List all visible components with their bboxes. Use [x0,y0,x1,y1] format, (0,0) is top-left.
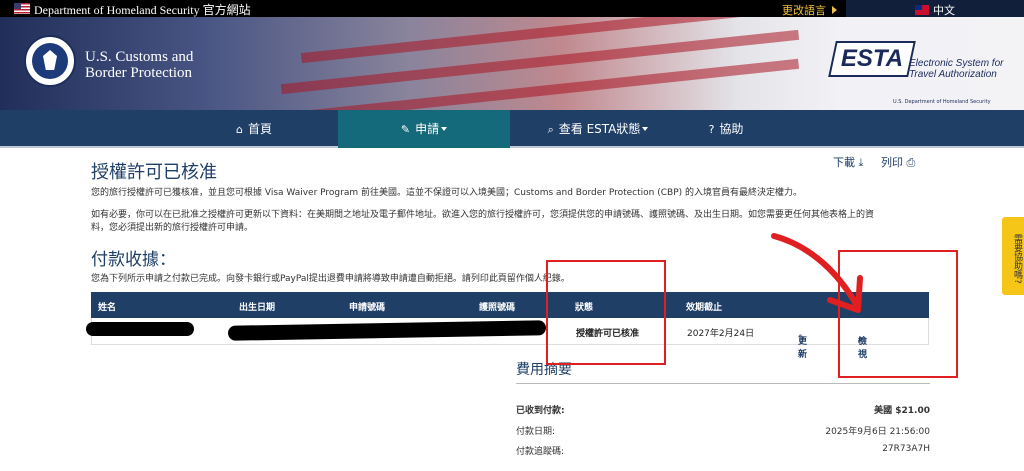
change-language-button[interactable]: 更改語言 [776,0,844,17]
main-nav: ⌂ 首頁 ✎ 申請 ⌕ 查看 ESTA狀態 ? 協助 [0,110,1024,148]
taiwan-flag-icon [915,5,929,15]
cbp-logo-text[interactable]: U.S. Customs and Border Protection [85,49,193,81]
print-label: 列印 [881,156,903,169]
col-dob: 出生日期 [239,303,276,313]
redaction-mark [86,322,194,336]
summary-divider [516,383,930,384]
esta-line-1: Electronic System for [909,58,1004,69]
nav-help-label: 協助 [719,122,744,136]
home-icon: ⌂ [236,123,243,136]
search-icon: ⌕ [547,123,554,136]
nav-check-status-label: 查看 ESTA狀態 [558,122,641,136]
col-application-number: 申請號碼 [349,303,386,313]
approval-paragraph: 您的旅行授權許可已獲核准，並且您可根據 Visa Waiver Program … [91,188,803,198]
receipt-title: 付款收據： [91,250,176,270]
nav-check-status[interactable]: ⌕ 查看 ESTA狀態 [510,110,686,148]
triangle-right-icon [832,6,837,14]
flag-stripe [280,29,800,95]
us-flag-icon [14,3,30,14]
download-link[interactable]: 下載 ⤓ [833,154,863,170]
current-language[interactable]: 中文 [846,0,1024,17]
download-icon: ⤓ [858,156,864,169]
cbp-line-2: Border Protection [85,65,193,81]
download-label: 下載 [833,156,855,169]
nav-apply-label: 申請 [415,122,440,136]
print-link[interactable]: 列印 ⎙ [881,154,915,170]
payment-date-label: 付款日期: [516,427,556,437]
update-label: 更新 [798,337,808,360]
payment-received-label: 已收到付款: [516,406,565,416]
expiry-cell: 2027年2月24日 [687,329,755,339]
receipt-paragraph: 您為下列所示申請之付款已完成。向發卡銀行或PayPal提出退費申請將導致申請遭自… [91,274,570,284]
cbp-line-1: U.S. Customs and [85,49,194,65]
nav-help[interactable]: ? 協助 [686,110,766,148]
esta-dhs-subtitle: U.S. Department of Homeland Security [893,99,991,105]
esta-logo-text: ESTA [840,45,904,72]
caret-down-icon [441,127,448,131]
update-info-line-1: 如有必要，你可以在已批准之授權許可更新以下資料：在美期間之地址及電子郵件地址。欲… [91,210,875,220]
payment-tracking-label: 付款追蹤碼: [516,447,565,457]
dhs-official-site-text: Department of Homeland Security 官方網站 [34,3,251,17]
esta-line-2: Travel Authorization [909,69,997,80]
esta-logo[interactable]: ESTA [828,41,916,77]
annotation-arrow [771,233,863,313]
esta-description: Electronic System for Travel Authorizati… [909,58,1019,80]
payment-tracking-value: 27R73A7H [882,444,930,454]
need-help-tab[interactable]: 需要協助嗎? [1002,217,1024,295]
nav-home-label: 首頁 [247,122,272,136]
top-bar: Department of Homeland Security 官方網站 更改語… [0,0,1024,17]
caret-down-icon [642,127,649,131]
question-icon: ? [708,123,715,136]
change-language-label: 更改語言 [782,4,826,17]
col-passport-number: 護照號碼 [479,303,516,313]
print-icon: ⎙ [906,156,916,169]
nav-home[interactable]: ⌂ 首頁 [170,110,338,148]
dhs-seal-icon[interactable] [24,35,76,87]
payment-received-value: 美國 $21.00 [874,406,930,416]
col-expiry: 效期截止 [686,303,723,313]
payment-date-value: 2025年9月6日 21:56:00 [825,427,930,437]
col-name: 姓名 [98,303,117,313]
annotation-box-status [546,260,666,365]
pencil-icon: ✎ [400,123,411,136]
page-title: 授權許可已核准 [91,162,217,183]
current-language-label: 中文 [933,4,955,17]
nav-apply[interactable]: ✎ 申請 [338,110,510,148]
header-banner: U.S. Customs and Border Protection ESTA … [0,17,1024,110]
